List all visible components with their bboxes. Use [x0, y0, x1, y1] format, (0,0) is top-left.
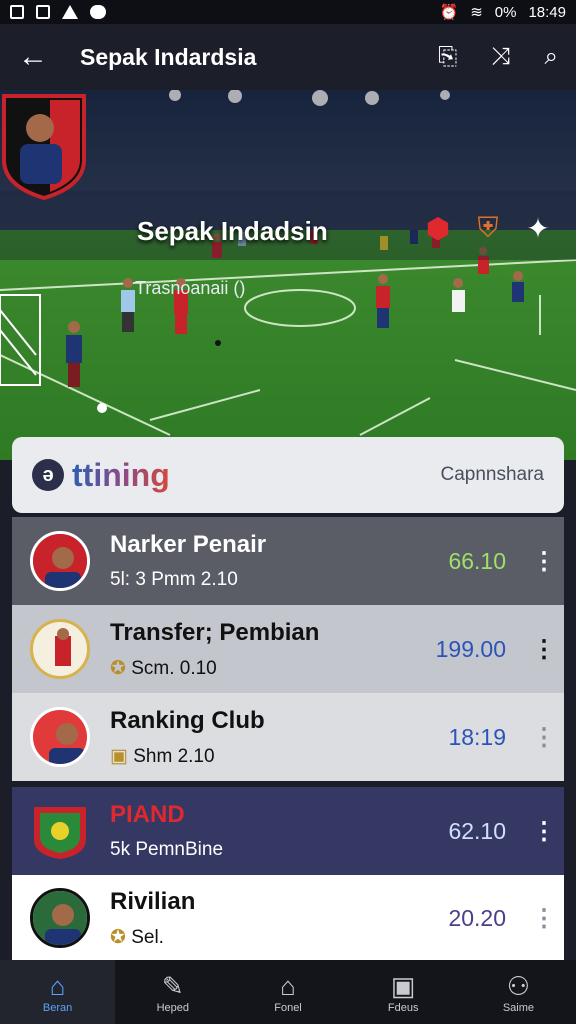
- more-vert-icon[interactable]: ⋮: [532, 723, 556, 752]
- nav-item-profile[interactable]: ⚇ Saime: [461, 960, 576, 1024]
- item-title: Ranking Club: [110, 706, 265, 734]
- nav-label: Beran: [42, 1001, 73, 1014]
- item-title: Narker Penair: [110, 531, 267, 558]
- more-vert-icon[interactable]: ⋮: [532, 547, 556, 576]
- hero-team-name: Sepak Indadsin: [137, 216, 328, 246]
- item-subtitle: Sel.: [131, 926, 164, 948]
- wifi-icon: ≋: [470, 4, 483, 21]
- nav-label: Saime: [502, 1001, 534, 1014]
- item-title: Transfer; Pembian: [110, 618, 320, 646]
- home-icon: ⌂: [49, 970, 66, 1001]
- badge-icon: ▣: [110, 745, 134, 767]
- edit-icon: ✎: [161, 970, 184, 1001]
- more-vert-icon[interactable]: ⋮: [532, 904, 556, 933]
- avatar: [30, 619, 90, 679]
- share-icon[interactable]: ⎘: [438, 43, 457, 71]
- image-icon: [36, 5, 50, 19]
- avatar: [30, 888, 90, 948]
- more-vert-icon[interactable]: ⋮: [532, 635, 556, 664]
- red-badge-icon[interactable]: ⬢: [422, 210, 454, 246]
- sparkle-icon[interactable]: ✦: [522, 210, 554, 246]
- list-item[interactable]: Narker Penair 5l: 3 Pmm 2.10 66.10 ⋮: [12, 517, 564, 605]
- nav-label: Heped: [156, 1001, 190, 1014]
- list-item[interactable]: Transfer; Pembian ✪ Scm. 0.10 199.00 ⋮: [12, 605, 564, 693]
- nav-label: Fdeus: [387, 1001, 419, 1014]
- coin-icon: ✪: [110, 657, 132, 679]
- notification-icon: [10, 5, 24, 19]
- nav-item-home[interactable]: ⌂ Beran: [0, 960, 116, 1024]
- avatar: [30, 531, 90, 591]
- item-value: 66.10: [448, 547, 506, 574]
- more-vert-icon[interactable]: ⋮: [532, 817, 556, 846]
- item-subtitle: 5k PemnBine: [110, 839, 224, 860]
- clock: 18:49: [528, 3, 566, 21]
- section-caption[interactable]: Capnnshara: [440, 464, 544, 486]
- item-title: Rivilian: [110, 887, 196, 915]
- club-crest-icon: [2, 94, 86, 200]
- brand-logo-icon: ə: [32, 459, 64, 491]
- list-item[interactable]: Rivilian ✪ Sel. 20.20 ⋮: [12, 875, 564, 961]
- brand-name: ttining: [72, 456, 170, 493]
- warning-icon: [62, 5, 78, 19]
- person-icon: ⚇: [506, 970, 531, 1001]
- section-header: ə ttining Capnnshara: [12, 437, 564, 513]
- hero-subtitle: Trasnoanaii (): [135, 278, 246, 298]
- page-title: Sepak Indardsia: [80, 43, 257, 70]
- club-crest-icon: [30, 801, 90, 861]
- bottom-navigation: ⌂ Beran ✎ Heped ⌂ Fonel ▣ Fdeus ⚇ Saime: [0, 960, 576, 1024]
- nav-item-house[interactable]: ⌂ Fonel: [230, 960, 345, 1024]
- list-item[interactable]: Ranking Club ▣ Shm 2.10 18:19 ⋮: [12, 693, 564, 781]
- feature-list: Narker Penair 5l: 3 Pmm 2.10 66.10 ⋮ Tra…: [12, 517, 564, 961]
- hero-banner: Sepak Indadsin Trasnoanaii () ⬢ ⛨ ✦: [0, 90, 576, 460]
- house-icon: ⌂: [280, 970, 296, 1001]
- status-bar: ⏰ ≋ 0% 18:49: [0, 0, 576, 24]
- nav-item-card[interactable]: ▣ Fdeus: [346, 960, 461, 1024]
- back-arrow-icon[interactable]: ←: [18, 40, 68, 74]
- team-shield-icon[interactable]: ⛨: [472, 210, 504, 246]
- nav-label: Fonel: [274, 1001, 302, 1014]
- nav-item-edit[interactable]: ✎ Heped: [115, 960, 230, 1024]
- avatar: [30, 707, 90, 767]
- item-subtitle: Shm 2.10: [133, 745, 215, 767]
- search-icon[interactable]: ⌕: [545, 43, 558, 71]
- card-icon: ▣: [390, 970, 416, 1001]
- item-subtitle: 5l: 3 Pmm 2.10: [110, 569, 238, 590]
- item-value: 62.10: [448, 817, 506, 844]
- alarm-icon: ⏰: [439, 4, 459, 21]
- shuffle-icon[interactable]: ⤨: [491, 43, 510, 71]
- app-icon: [90, 5, 106, 19]
- item-subtitle: Scm. 0.10: [131, 657, 217, 679]
- item-value: 20.20: [448, 904, 506, 931]
- app-bar: ← Sepak Indardsia ⎘ ⤨ ⌕: [0, 24, 576, 90]
- coin-icon: ✪: [110, 926, 132, 948]
- item-title: PIAND: [110, 801, 185, 828]
- item-value: 199.00: [435, 635, 506, 662]
- item-value: 18:19: [448, 723, 506, 750]
- battery-text: 0%: [494, 3, 517, 21]
- list-item[interactable]: PIAND 5k PemnBine 62.10 ⋮: [12, 787, 564, 875]
